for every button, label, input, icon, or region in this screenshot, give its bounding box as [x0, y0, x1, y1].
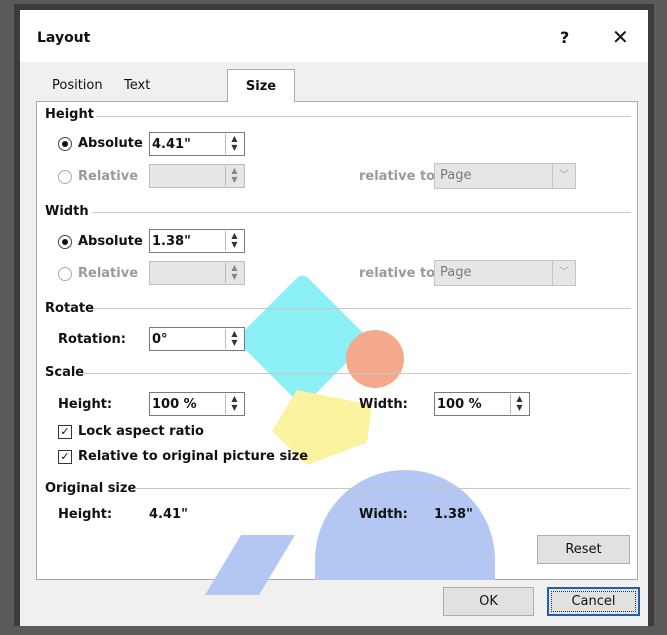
original-height-label: Height:	[58, 507, 113, 522]
scale-width-label: Width:	[359, 397, 408, 412]
width-absolute-stepper[interactable]: ▲▼	[149, 229, 245, 253]
tab-size[interactable]: Size	[227, 69, 295, 102]
width-relative-to-value: Page	[440, 265, 472, 280]
width-relative-to-select: Page ﹀	[434, 260, 576, 286]
cancel-button[interactable]: Cancel	[547, 587, 640, 616]
width-section-heading: Width	[45, 204, 89, 219]
height-relative-radio[interactable]	[58, 170, 72, 184]
divider	[134, 488, 631, 489]
height-absolute-radio[interactable]	[58, 137, 72, 151]
original-height-value: 4.41"	[149, 507, 188, 522]
height-section-heading: Height	[45, 107, 94, 122]
width-absolute-label[interactable]: Absolute	[78, 234, 143, 249]
cancel-button-label[interactable]: Cancel	[551, 591, 636, 612]
original-width-value: 1.38"	[434, 507, 473, 522]
original-width-label: Width:	[359, 507, 408, 522]
spin-arrows-icon: ▲ ▼	[225, 263, 243, 283]
spin-arrows-icon[interactable]: ▲ ▼	[225, 329, 243, 349]
rotate-section-heading: Rotate	[45, 301, 94, 316]
width-relative-radio[interactable]	[58, 267, 72, 281]
spin-arrows-icon[interactable]: ▲ ▼	[225, 134, 243, 154]
scale-width-input[interactable]	[437, 395, 507, 413]
rotation-stepper[interactable]: ▲▼	[149, 327, 245, 351]
scale-width-stepper[interactable]: ▲▼	[434, 392, 530, 416]
lock-aspect-label[interactable]: Lock aspect ratio	[78, 424, 204, 439]
width-absolute-input[interactable]	[152, 232, 222, 250]
relative-original-checkbox[interactable]: ✓	[58, 450, 72, 464]
divider	[94, 308, 631, 309]
chevron-down-icon: ﹀	[552, 164, 575, 188]
height-relative-to-value: Page	[440, 168, 472, 183]
width-relative-to-label: relative to	[359, 266, 436, 281]
height-absolute-input[interactable]	[152, 135, 222, 153]
lock-aspect-checkbox[interactable]: ✓	[58, 425, 72, 439]
height-relative-label[interactable]: Relative	[78, 169, 138, 184]
divider	[84, 373, 631, 374]
rotation-input[interactable]	[152, 330, 222, 348]
width-relative-label[interactable]: Relative	[78, 266, 138, 281]
scale-height-label: Height:	[58, 397, 113, 412]
relative-original-label[interactable]: Relative to original picture size	[78, 449, 308, 464]
spin-arrows-icon[interactable]: ▲ ▼	[225, 231, 243, 251]
rotation-label: Rotation:	[58, 332, 126, 347]
reset-button[interactable]: Reset	[537, 535, 630, 564]
original-size-section-heading: Original size	[45, 481, 137, 496]
scale-height-stepper[interactable]: ▲▼	[149, 392, 245, 416]
spin-arrows-icon: ▲ ▼	[225, 166, 243, 186]
height-relative-to-label: relative to	[359, 169, 436, 184]
scale-height-input[interactable]	[152, 395, 222, 413]
width-relative-stepper: ▲ ▼	[149, 261, 245, 285]
chevron-down-icon: ﹀	[552, 261, 575, 285]
width-absolute-radio[interactable]	[58, 235, 72, 249]
scale-section-heading: Scale	[45, 365, 85, 380]
height-relative-stepper: ▲ ▼	[149, 164, 245, 188]
ok-button[interactable]: OK	[443, 587, 534, 616]
height-relative-to-select: Page ﹀	[434, 163, 576, 189]
divider	[96, 116, 631, 117]
spin-arrows-icon[interactable]: ▲ ▼	[225, 394, 243, 414]
height-absolute-stepper[interactable]: ▲▼	[149, 132, 245, 156]
height-absolute-label[interactable]: Absolute	[78, 136, 143, 151]
divider	[92, 212, 631, 213]
height-relative-input	[152, 167, 222, 185]
spin-arrows-icon[interactable]: ▲ ▼	[510, 394, 528, 414]
width-relative-input	[152, 264, 222, 282]
